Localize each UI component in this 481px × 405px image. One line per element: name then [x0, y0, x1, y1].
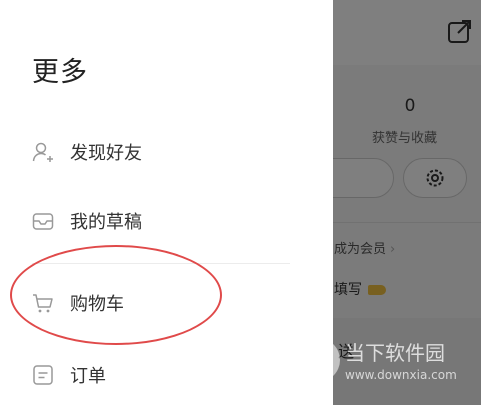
add-user-icon [32, 142, 53, 162]
order-list-icon [33, 365, 53, 385]
menu-item-label: 购物车 [70, 294, 124, 315]
menu-item-my-drafts[interactable]: 我的草稿 [0, 191, 333, 251]
menu-item-orders[interactable]: 订单 [0, 345, 333, 405]
watermark-url: www.downxia.com [345, 368, 457, 382]
drawer-title: 更多 [32, 57, 88, 88]
menu-item-label: 我的草稿 [70, 212, 142, 233]
draft-tray-icon [32, 213, 54, 230]
menu-item-discover-friends[interactable]: 发现好友 [0, 122, 333, 182]
watermark-logo [296, 338, 340, 382]
shopping-cart-icon [33, 294, 53, 313]
menu-item-shopping-cart[interactable]: 购物车 [0, 273, 333, 333]
more-drawer: 更多 发现好友 我的草稿 购物车 订单 [0, 0, 333, 405]
menu-item-label: 发现好友 [70, 143, 142, 164]
drawer-divider [32, 263, 290, 264]
watermark-text: 当下软件园 [345, 341, 445, 365]
menu-item-label: 订单 [70, 366, 106, 387]
